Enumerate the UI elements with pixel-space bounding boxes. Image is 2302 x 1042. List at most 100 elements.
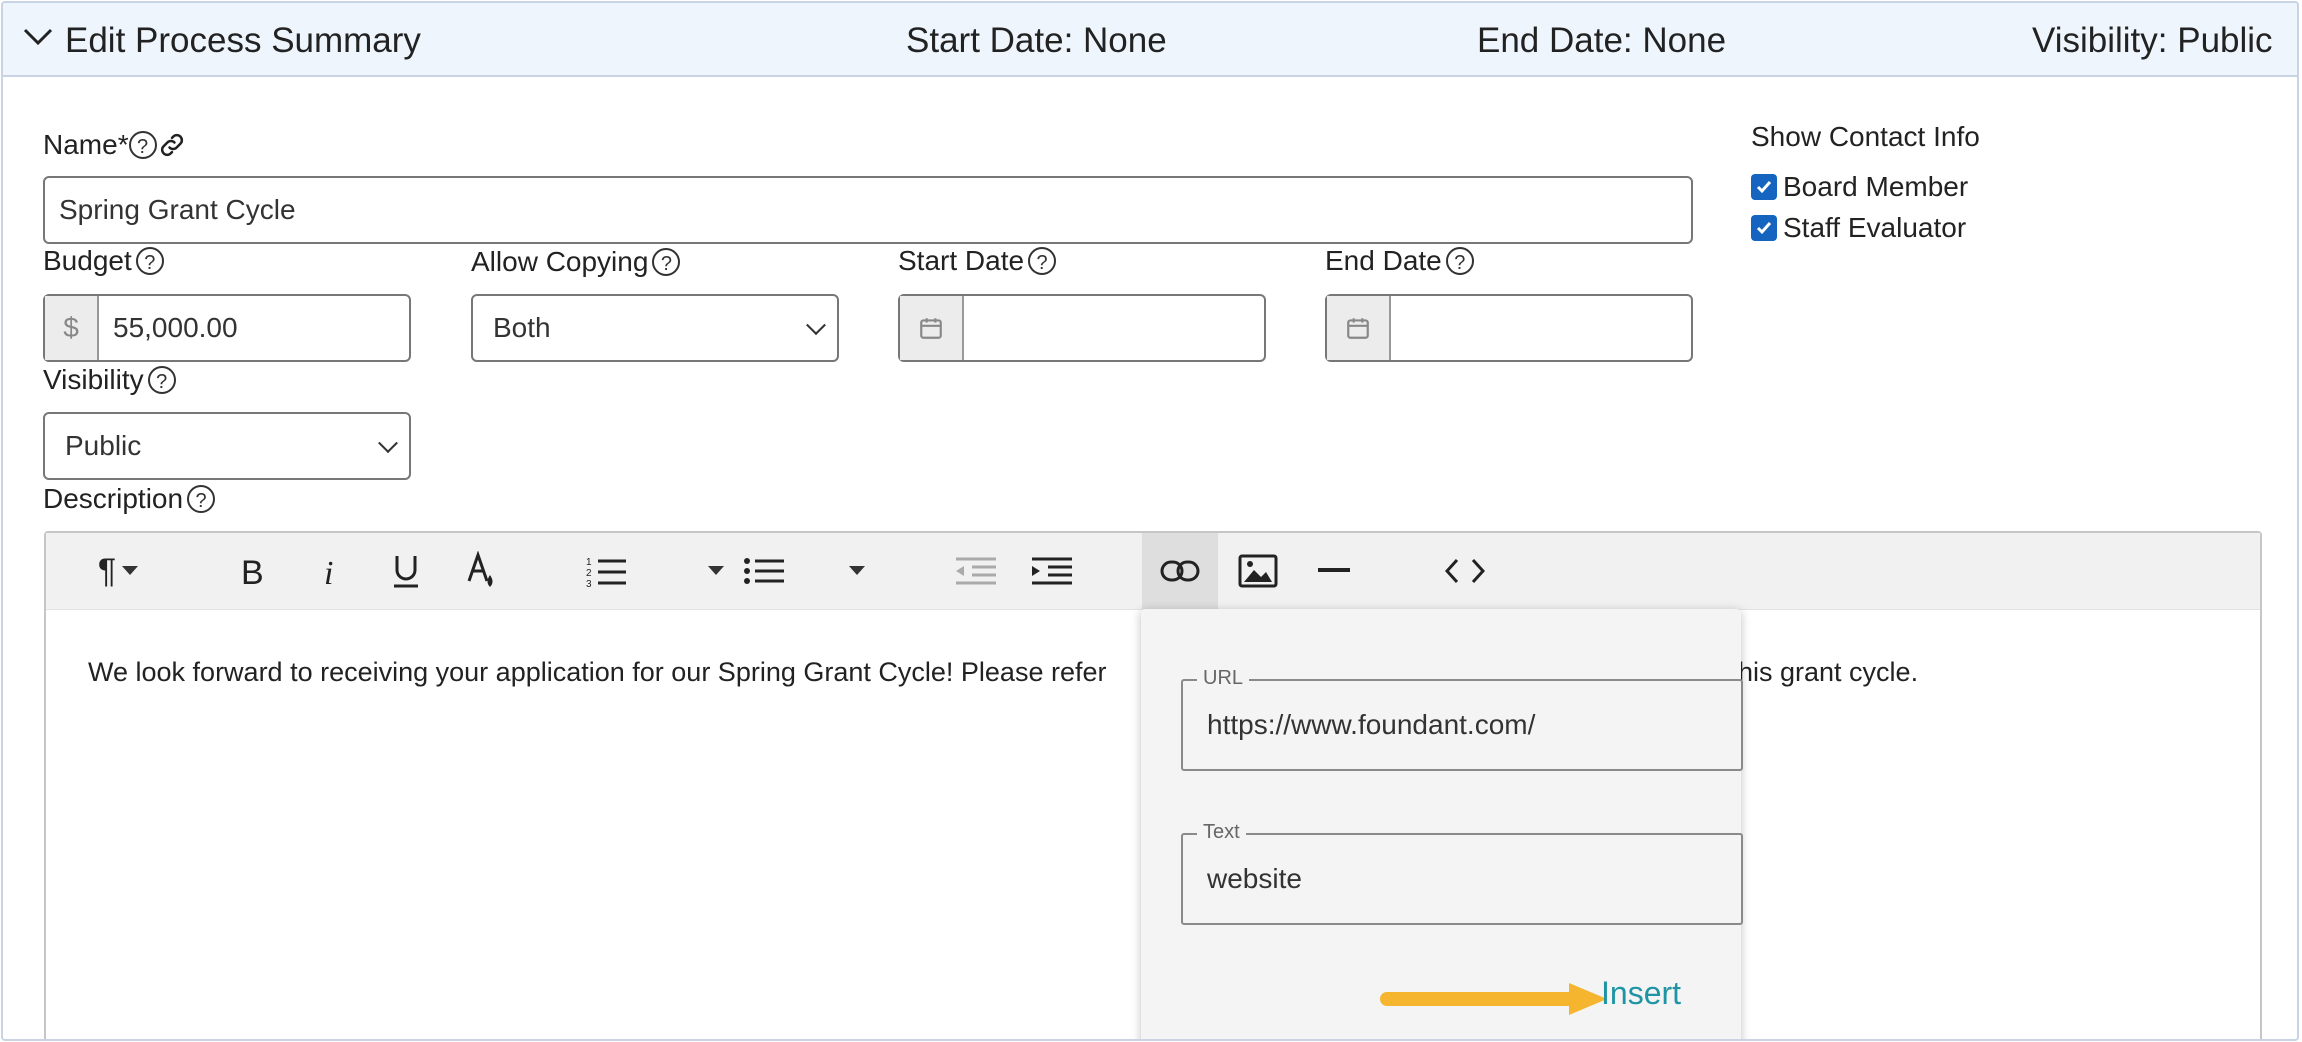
italic-icon: i [324,555,333,588]
paragraph-icon: ¶ [97,551,117,590]
code-icon [1445,558,1485,584]
end-date-calendar-button[interactable] [1327,296,1391,360]
annotation-arrow [1380,983,1607,1015]
edit-process-panel: Edit Process Summary Start Date: None En… [1,1,2299,1041]
help-icon[interactable]: ? [652,248,681,276]
svg-text:2: 2 [586,568,592,579]
name-label-text: Name* [43,129,129,160]
caret-down-icon [708,566,724,575]
content-text-right: his grant cycle. [1738,657,1919,687]
header-end-date: End Date: None [1477,21,1727,60]
board-member-checkbox[interactable] [1751,174,1777,200]
paragraph-format-button[interactable]: ¶ [84,533,152,609]
caret-down-icon [122,566,139,575]
insert-link-button[interactable] [1142,533,1218,609]
budget-label: Budget ? [43,245,164,277]
underline-icon [394,556,418,588]
header-visibility: Visibility: Public [2032,21,2273,60]
svg-text:i: i [324,555,333,588]
start-date-label: Start Date ? [898,245,1057,277]
chevron-down-icon [806,315,826,336]
contact-info-heading: Show Contact Info [1751,121,1980,152]
board-member-option[interactable]: Board Member [1751,171,1968,203]
budget-value: 55,000.00 [113,312,238,343]
svg-text:B: B [241,554,264,588]
underline-button[interactable] [376,533,436,609]
svg-text:3: 3 [586,579,592,588]
editor-content[interactable]: We look forward to receiving your applic… [88,657,1106,688]
allow-copying-label-text: Allow Copying [471,246,649,277]
dollar-icon: $ [63,312,79,343]
end-date-label: End Date ? [1325,245,1474,277]
url-field[interactable]: URL https://www.foundant.com/ [1181,667,1743,771]
help-icon[interactable]: ? [147,366,176,394]
text-color-icon [467,551,493,587]
link-icon [1160,560,1200,582]
chevron-down-icon[interactable] [23,27,53,47]
visibility-select[interactable]: Public [43,412,411,480]
help-icon[interactable]: ? [135,247,164,275]
text-legend: Text [1197,821,1246,844]
budget-input[interactable]: $ 55,000.00 [43,294,411,362]
insert-link-submit[interactable]: Insert [1601,975,1681,1012]
italic-button[interactable]: i [300,533,360,609]
indent-button[interactable] [1022,533,1082,609]
link-icon[interactable] [157,130,187,160]
panel-header[interactable]: Edit Process Summary Start Date: None En… [3,3,2297,77]
staff-evaluator-checkbox[interactable] [1751,215,1777,241]
bold-icon: B [241,554,264,588]
bulleted-list-button[interactable] [686,533,806,609]
text-color-button[interactable] [452,533,512,609]
header-start-date: Start Date: None [906,21,1167,60]
content-text-left: We look forward to receiving your applic… [88,657,1107,687]
allow-copying-value: Both [493,312,551,343]
check-icon [1756,181,1772,194]
chevron-down-icon [378,433,398,454]
text-value: website [1207,863,1302,894]
insert-image-button[interactable] [1228,533,1288,609]
url-legend: URL [1197,667,1250,690]
help-icon[interactable]: ? [128,131,157,159]
outdent-button[interactable] [946,533,1006,609]
link-text-field[interactable]: Text website [1181,821,1743,925]
start-date-input[interactable] [898,294,1266,362]
insert-link-popup: URL https://www.foundant.com/ Text websi… [1141,609,1743,1039]
allow-copying-select[interactable]: Both [471,294,839,362]
bulleted-list-icon [744,558,784,584]
code-view-button[interactable] [1430,533,1500,609]
panel-title: Edit Process Summary [65,21,421,60]
start-date-label-text: Start Date [898,245,1025,276]
numbered-list-icon: 123 [586,557,626,588]
indent-icon [1032,557,1072,585]
calendar-icon [1347,318,1369,339]
caret-down-icon [849,566,865,575]
outdent-icon [956,557,996,585]
name-value: Spring Grant Cycle [59,194,296,225]
list-options-button[interactable] [842,533,872,609]
visibility-value: Public [65,430,142,461]
end-date-input[interactable] [1325,294,1693,362]
svg-text:1: 1 [586,557,592,568]
help-icon[interactable]: ? [187,485,216,513]
currency-addon: $ [45,296,99,360]
visibility-label-text: Visibility [43,364,144,395]
editor-toolbar: ¶ B i 123 [46,533,2260,610]
horizontal-line-button[interactable] [1304,533,1364,609]
url-value: https://www.foundant.com/ [1207,709,1536,740]
calendar-icon [920,318,942,339]
numbered-list-button[interactable]: 123 [576,533,636,609]
end-date-label-text: End Date [1325,245,1442,276]
start-date-calendar-button[interactable] [900,296,964,360]
description-label: Description ? [43,483,216,515]
allow-copying-label: Allow Copying ? [471,246,681,278]
check-icon [1756,222,1772,235]
name-input[interactable]: Spring Grant Cycle [43,176,1693,244]
staff-evaluator-label: Staff Evaluator [1783,212,1967,243]
board-member-label: Board Member [1783,171,1969,202]
bold-button[interactable]: B [222,533,282,609]
image-icon [1238,554,1278,588]
editor-content-tail[interactable]: his grant cycle. [1738,657,1918,688]
help-icon[interactable]: ? [1028,247,1057,275]
help-icon[interactable]: ? [1445,247,1474,275]
staff-evaluator-option[interactable]: Staff Evaluator [1751,212,1966,244]
